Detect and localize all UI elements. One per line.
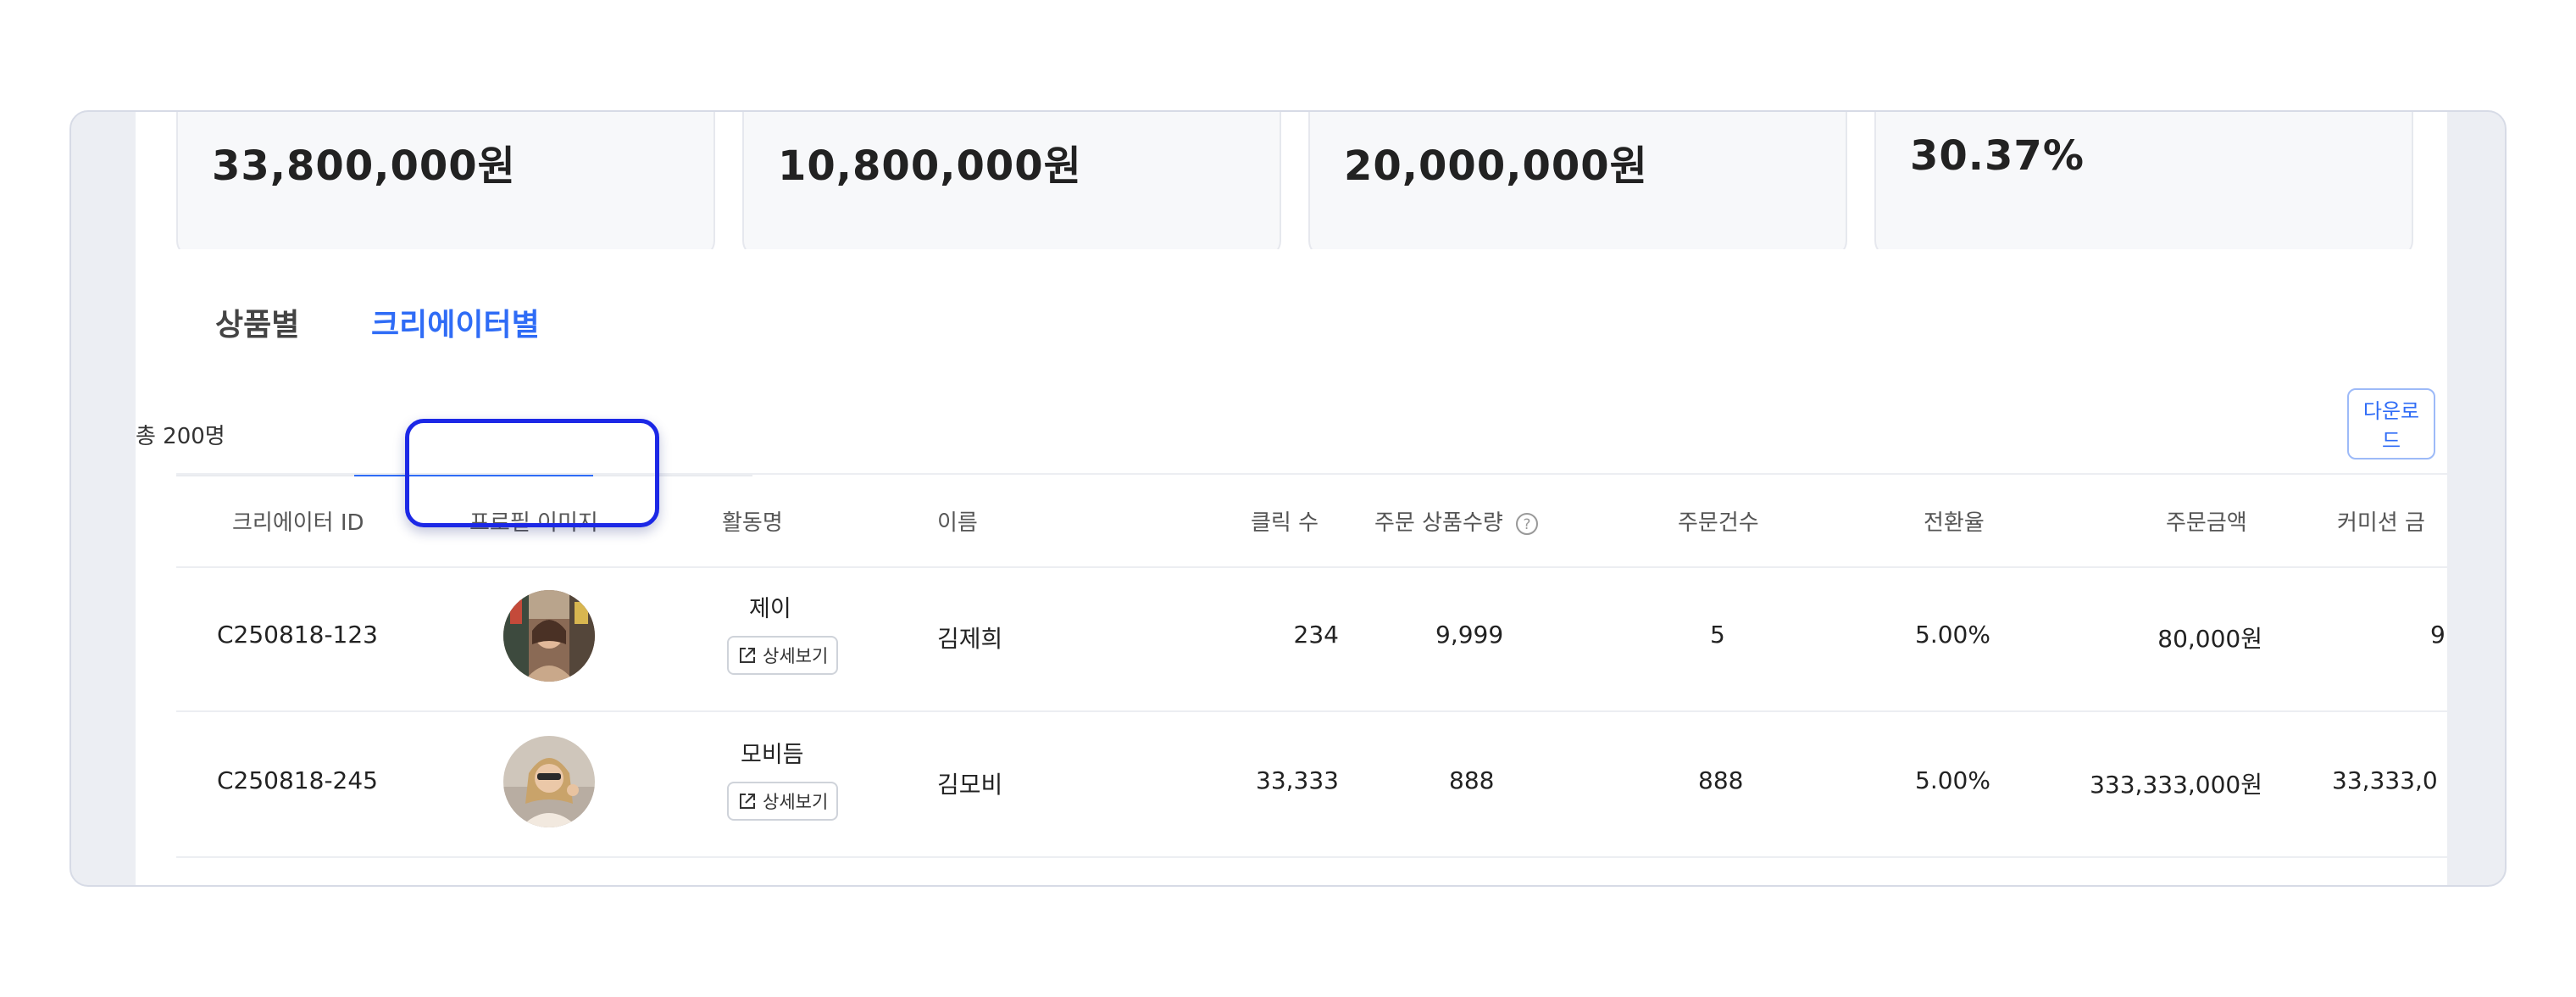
table-row[interactable]: C250818-245 모비듬 상세보기 김모비 33,333 888 888 …	[176, 710, 2447, 858]
activity-name: 모비듬	[741, 742, 804, 768]
click-count: 234	[1293, 621, 1339, 649]
stat-value: 10,800,000원	[778, 142, 1082, 190]
order-amount: 333,333,000원	[2090, 771, 2262, 799]
order-count: 888	[1698, 766, 1744, 794]
detail-button-label: 상세보기	[763, 792, 829, 812]
commission-amount: 33,333,0	[2332, 766, 2438, 794]
external-link-icon	[740, 794, 755, 809]
header-commission: 커미션 금	[2337, 510, 2425, 536]
order-amount: 80,000원	[2157, 625, 2262, 653]
creator-list-panel: 상품별 크리에이터별 총 200명 다운로드 크리에이터 ID 프로필 이미지 …	[136, 249, 2447, 885]
help-icon[interactable]: ?	[1515, 512, 1539, 536]
conversion-rate: 5.00%	[1915, 766, 1990, 794]
click-count: 33,333	[1256, 766, 1339, 794]
table-row[interactable]: C250818-123 제이 상세보기 김제희 234 9,999 5 5.00…	[176, 565, 2447, 712]
stat-card-rate: 30.37%	[1874, 112, 2413, 258]
detail-button[interactable]: 상세보기	[727, 636, 839, 675]
app-frame: 33,800,000원 10,800,000원 20,000,000원 30.3…	[69, 110, 2507, 887]
header-clicks: 클릭 수	[1251, 510, 1319, 536]
stat-card-total-sales: 33,800,000원	[176, 112, 715, 258]
tab-by-product[interactable]: 상품별	[215, 300, 299, 344]
order-count: 5	[1710, 621, 1725, 649]
header-order-qty-label: 주문 상품수량	[1374, 510, 1503, 536]
header-name: 이름	[937, 510, 978, 536]
header-conversion: 전환율	[1924, 510, 1985, 536]
stat-value: 33,800,000원	[212, 142, 516, 190]
total-count: 총 200명	[136, 424, 225, 449]
download-button[interactable]: 다운로드	[2347, 388, 2435, 460]
header-order-qty: 주문 상품수량 ?	[1374, 505, 1539, 537]
conversion-rate: 5.00%	[1915, 621, 1990, 649]
avatar	[503, 736, 595, 827]
header-order-count: 주문건수	[1678, 510, 1759, 536]
order-qty: 888	[1449, 766, 1495, 794]
commission-amount: 9	[2430, 621, 2446, 649]
creator-id: C250818-245	[217, 766, 378, 794]
external-link-icon	[740, 648, 755, 663]
tab-by-creator[interactable]: 크리에이터별	[371, 300, 540, 344]
header-creator-id: 크리에이터 ID	[232, 510, 364, 536]
creator-name: 김제희	[937, 625, 1003, 653]
header-activity-name: 활동명	[722, 510, 783, 536]
stat-value: 30.37%	[1910, 132, 2085, 180]
stat-card-settlement: 20,000,000원	[1308, 112, 1847, 258]
order-qty: 9,999	[1435, 621, 1504, 649]
creator-name: 김모비	[937, 771, 1003, 799]
svg-text:?: ?	[1524, 516, 1531, 533]
detail-button[interactable]: 상세보기	[727, 782, 839, 821]
avatar	[503, 590, 595, 682]
creator-id: C250818-123	[217, 621, 378, 649]
detail-button-label: 상세보기	[763, 646, 829, 666]
header-order-amount: 주문금액	[2166, 510, 2247, 536]
stat-card-commission: 10,800,000원	[742, 112, 1281, 258]
stat-value: 20,000,000원	[1344, 142, 1648, 190]
activity-name: 제이	[749, 596, 791, 622]
tab-focus-ring	[405, 419, 659, 527]
